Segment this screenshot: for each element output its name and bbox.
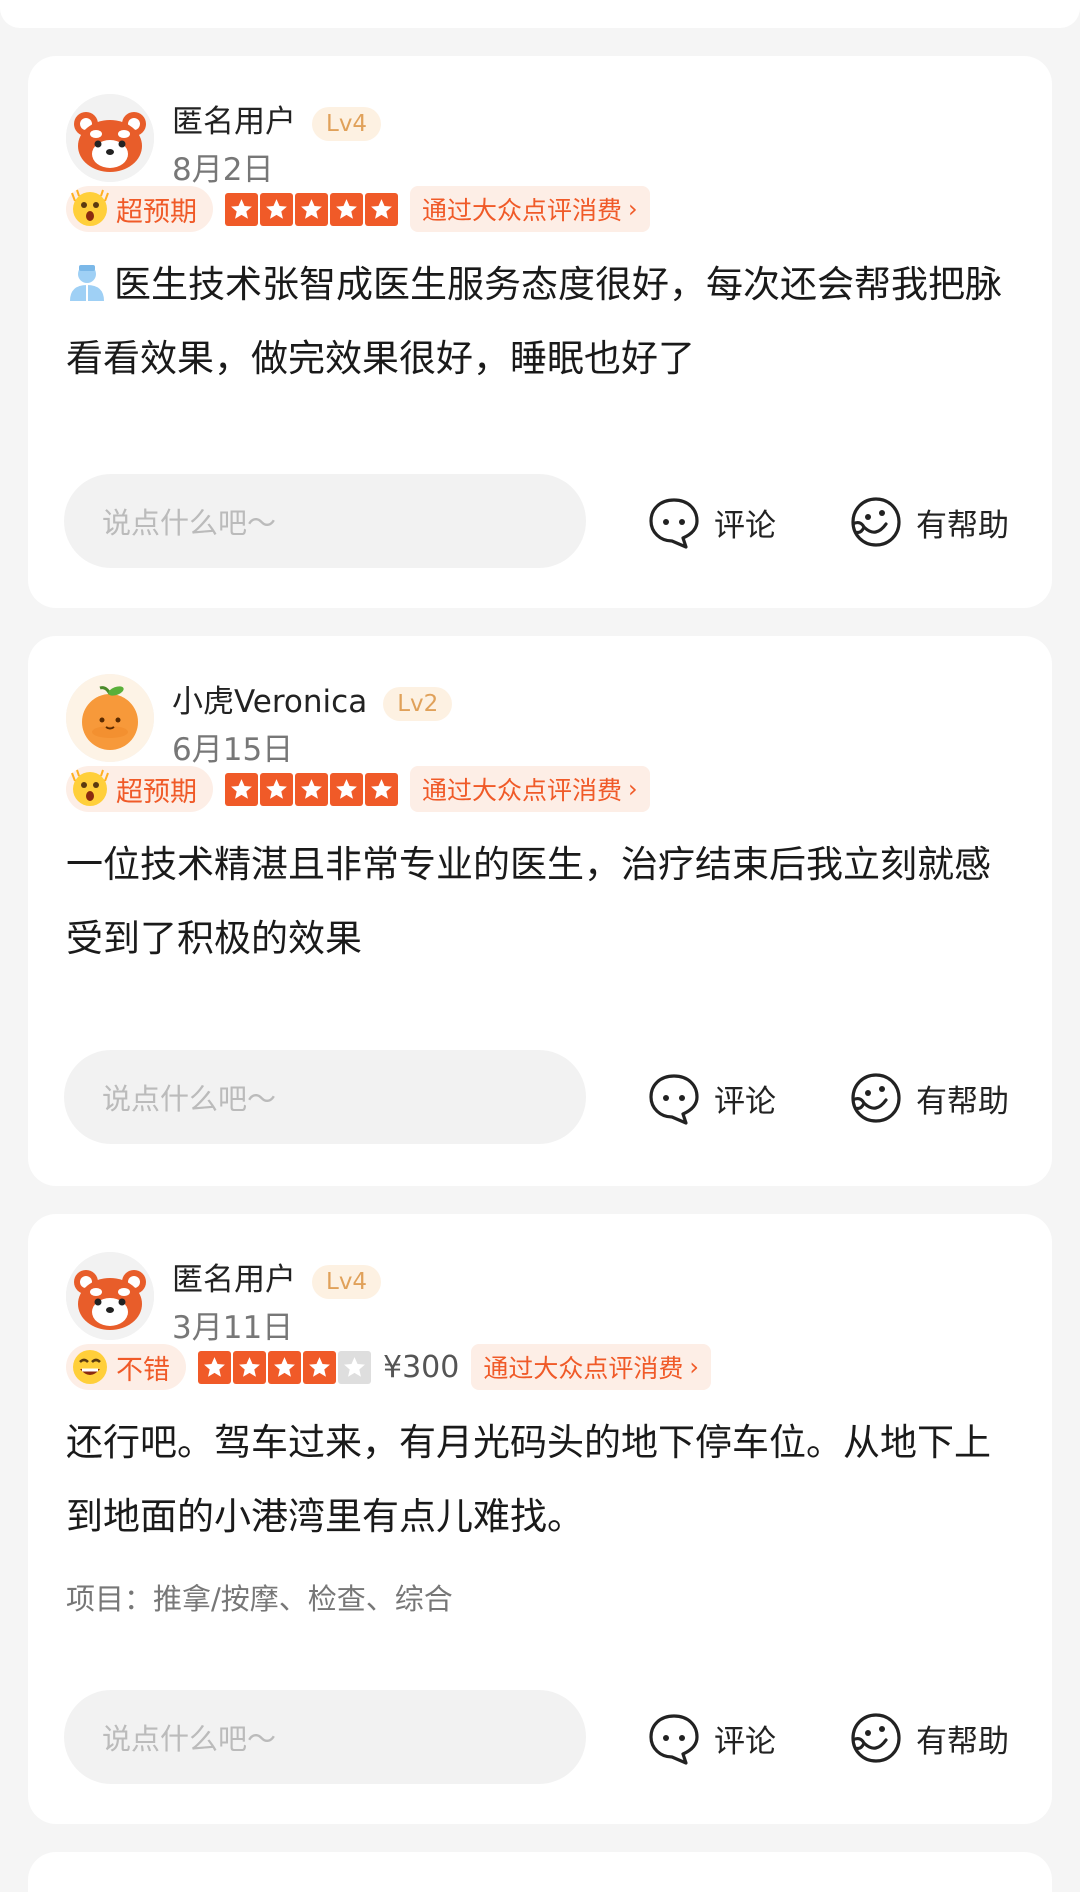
username[interactable]: 匿名用户 Lv4 <box>172 96 382 141</box>
review-header: 匿名用户 Lv4 3月11日 <box>66 1252 966 1346</box>
next-card-top <box>28 1852 1052 1892</box>
review-card: 匿名用户 Lv4 8月2日 超预期 通过大众点评消费 › 医生技术张智成医生服务… <box>28 56 1052 608</box>
price: ¥300 <box>383 1349 460 1385</box>
star-icon <box>365 192 398 226</box>
previous-card-bottom <box>0 0 1080 28</box>
mood-label: 超预期 <box>116 776 197 808</box>
review-card: 匿名用户 Lv4 3月11日 不错 ¥300 通过大众点评消费 › 还行吧。驾车… <box>28 1214 1052 1824</box>
comment-icon <box>649 1714 699 1765</box>
comment-button[interactable]: 评论 <box>646 492 776 552</box>
star-empty-icon <box>338 1350 371 1384</box>
level-badge: Lv2 <box>383 686 453 721</box>
red-panda-avatar[interactable] <box>66 94 154 182</box>
star-icon <box>260 772 293 806</box>
comment-label[interactable]: 评论 <box>714 1076 776 1121</box>
level-badge: Lv4 <box>312 1264 382 1299</box>
source-link[interactable]: 通过大众点评消费 › <box>471 1344 711 1390</box>
comment-input[interactable]: 说点什么吧～ <box>64 474 586 568</box>
review-header: 匿名用户 Lv4 8月2日 <box>66 94 966 188</box>
username[interactable]: 匿名用户 Lv4 <box>172 1254 382 1299</box>
comment-button[interactable]: 评论 <box>646 1068 776 1128</box>
source-link[interactable]: 通过大众点评消费 › <box>410 186 650 232</box>
review-header: 小虎Veronica Lv2 6月15日 <box>66 674 966 768</box>
rating-row: 不错 ¥300 通过大众点评消费 › <box>66 1344 711 1390</box>
astonished-emoji-icon <box>71 769 109 806</box>
review-text-content[interactable]: 一位技术精湛且非常专业的医生，治疗结束后我立刻就感受到了积极的效果 <box>66 843 991 960</box>
doctor-emoji-icon <box>70 265 104 301</box>
helpful-smiley-icon <box>851 1073 901 1123</box>
helpful-smiley-icon <box>851 1713 901 1763</box>
username-text[interactable]: 匿名用户 <box>172 1262 296 1298</box>
star-icon <box>303 1350 336 1384</box>
comment-placeholder: 说点什么吧～ <box>102 1722 277 1756</box>
helpful-button[interactable]: 有帮助 <box>848 492 1009 552</box>
chevron-right-icon: › <box>628 195 638 223</box>
star-icon <box>365 772 398 806</box>
source-label[interactable]: 通过大众点评消费 <box>422 771 622 807</box>
star-icon <box>295 772 328 806</box>
red-panda-avatar[interactable] <box>66 1252 154 1340</box>
star-icon <box>260 192 293 226</box>
source-label[interactable]: 通过大众点评消费 <box>483 1349 683 1385</box>
chevron-right-icon: › <box>689 1353 699 1381</box>
star-icon <box>225 772 258 806</box>
mood-label: 不错 <box>116 1354 170 1386</box>
helpful-label[interactable]: 有帮助 <box>916 1076 1009 1121</box>
astonished-emoji-icon <box>71 189 109 226</box>
star-icon <box>233 1350 266 1384</box>
star-rating <box>198 1350 371 1384</box>
username-text[interactable]: 小虎Veronica <box>172 684 367 720</box>
chevron-right-icon: › <box>628 775 638 803</box>
comment-input[interactable]: 说点什么吧～ <box>64 1050 586 1144</box>
review-text[interactable]: 还行吧。驾车过来，有月光码头的地下停车位。从地下上到地面的小港湾里有点儿难找。 <box>66 1406 1016 1554</box>
orange-fruit-avatar[interactable] <box>66 674 154 762</box>
rating-row: 超预期 通过大众点评消费 › <box>66 186 650 232</box>
star-icon <box>295 192 328 226</box>
helpful-button[interactable]: 有帮助 <box>848 1068 1009 1128</box>
source-label[interactable]: 通过大众点评消费 <box>422 191 622 227</box>
comment-label[interactable]: 评论 <box>714 1716 776 1761</box>
mood-badge: 超预期 <box>66 766 213 812</box>
comment-icon <box>649 498 699 549</box>
review-card: 小虎Veronica Lv2 6月15日 超预期 通过大众点评消费 › 一位技术精湛… <box>28 636 1052 1186</box>
mood-label: 超预期 <box>116 196 197 228</box>
star-rating <box>225 192 398 226</box>
helpful-button[interactable]: 有帮助 <box>848 1708 1009 1768</box>
project-tags: 项目：推拿/按摩、检查、综合 <box>66 1582 453 1616</box>
rating-row: 超预期 通过大众点评消费 › <box>66 766 650 812</box>
username-text[interactable]: 匿名用户 <box>172 104 296 140</box>
star-icon <box>225 192 258 226</box>
comment-button[interactable]: 评论 <box>646 1708 776 1768</box>
mood-badge: 超预期 <box>66 186 213 232</box>
review-text[interactable]: 医生技术张智成医生服务态度很好，每次还会帮我把脉看看效果，做完效果很好，睡眠也好… <box>66 248 1016 396</box>
level-badge: Lv4 <box>312 106 382 141</box>
helpful-label[interactable]: 有帮助 <box>916 1716 1009 1761</box>
star-icon <box>198 1350 231 1384</box>
username[interactable]: 小虎Veronica Lv2 <box>172 676 453 721</box>
review-text[interactable]: 一位技术精湛且非常专业的医生，治疗结束后我立刻就感受到了积极的效果 <box>66 828 1016 976</box>
comment-placeholder: 说点什么吧～ <box>102 506 277 540</box>
review-text-content[interactable]: 还行吧。驾车过来，有月光码头的地下停车位。从地下上到地面的小港湾里有点儿难找。 <box>66 1421 991 1538</box>
source-link[interactable]: 通过大众点评消费 › <box>410 766 650 812</box>
star-rating <box>225 772 398 806</box>
review-date: 8月2日 <box>172 152 274 188</box>
grinning-emoji-icon <box>73 1350 107 1384</box>
mood-badge: 不错 <box>66 1344 186 1390</box>
comment-input[interactable]: 说点什么吧～ <box>64 1690 586 1784</box>
comment-placeholder: 说点什么吧～ <box>102 1082 277 1116</box>
star-icon <box>268 1350 301 1384</box>
review-text-content[interactable]: 医生技术张智成医生服务态度很好，每次还会帮我把脉看看效果，做完效果很好，睡眠也好… <box>66 263 1002 380</box>
helpful-smiley-icon <box>851 497 901 547</box>
review-date: 3月11日 <box>172 1310 294 1346</box>
review-date: 6月15日 <box>172 732 294 768</box>
comment-icon <box>649 1074 699 1125</box>
helpful-label[interactable]: 有帮助 <box>916 500 1009 545</box>
star-icon <box>330 192 363 226</box>
comment-label[interactable]: 评论 <box>714 500 776 545</box>
star-icon <box>330 772 363 806</box>
